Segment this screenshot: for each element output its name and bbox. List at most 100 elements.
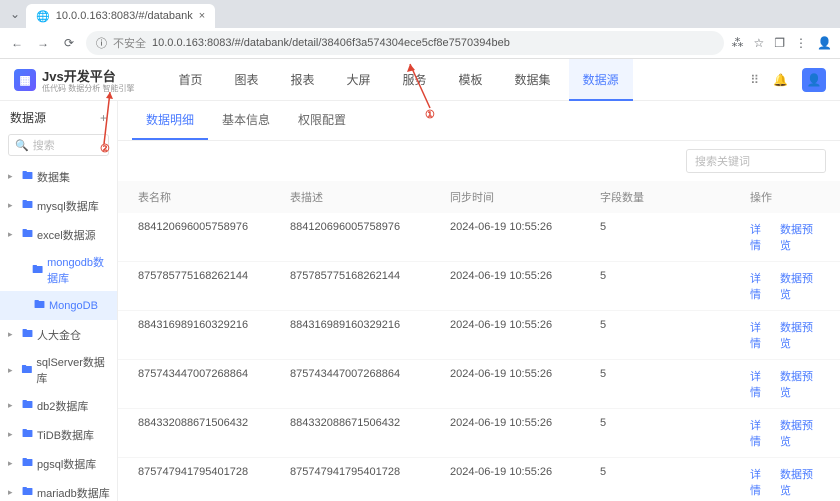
chevron-icon: ▸: [8, 171, 18, 182]
col-count: 字段数量: [594, 181, 744, 213]
tree-item-3[interactable]: 🖿mongodb数据库: [0, 249, 117, 291]
cell-time: 2024-06-19 10:55:26: [444, 360, 594, 408]
table-row: 8757434470072688648757434470072688642024…: [118, 360, 840, 409]
cell-desc: 884316989160329216: [284, 311, 444, 359]
preview-link[interactable]: 数据预览: [780, 221, 820, 253]
insecure-label: 不安全: [113, 35, 146, 51]
chevron-icon: ▸: [8, 458, 18, 469]
chevron-down-icon[interactable]: ⌄: [4, 7, 26, 21]
tree-item-1[interactable]: ▸🖿mysql数据库: [0, 191, 117, 220]
topnav-3[interactable]: 大屏: [333, 59, 385, 101]
cell-desc: 884120696005758976: [284, 213, 444, 261]
cell-count: 5: [594, 262, 744, 310]
search-placeholder: 搜索关键词: [695, 153, 750, 169]
table-row: 8841206960057589768841206960057589762024…: [118, 213, 840, 262]
preview-link[interactable]: 数据预览: [780, 270, 820, 302]
sidebar: 数据源 + 🔍 搜索 ▸🖿数据集▸🖿mysql数据库▸🖿excel数据源🖿mon…: [0, 101, 118, 501]
tree-item-9[interactable]: ▸🖿pgsql数据库: [0, 449, 117, 478]
logo[interactable]: ▦ Jvs开发平台 低代码 数据分析 智能引擎: [14, 66, 134, 93]
topnav-2[interactable]: 报表: [276, 59, 328, 101]
tree-label: 人大金仓: [37, 327, 81, 343]
topnav-0[interactable]: 首页: [164, 59, 216, 101]
cell-name: 875785775168262144: [132, 262, 284, 310]
callout-1: ①: [425, 108, 435, 121]
tree-item-4[interactable]: 🖿MongoDB: [0, 291, 117, 320]
forward-button[interactable]: →: [34, 34, 52, 52]
preview-link[interactable]: 数据预览: [780, 319, 820, 351]
tree-item-0[interactable]: ▸🖿数据集: [0, 162, 117, 191]
tree-item-6[interactable]: ▸🖿sqlServer数据库: [0, 349, 117, 391]
tree-item-5[interactable]: ▸🖿人大金仓: [0, 320, 117, 349]
back-button[interactable]: ←: [8, 34, 26, 52]
preview-link[interactable]: 数据预览: [780, 466, 820, 498]
tree-label: mysql数据库: [37, 198, 99, 214]
cell-name: 884332088671506432: [132, 409, 284, 457]
col-name: 表名称: [132, 181, 284, 213]
search-icon: 🔍: [15, 139, 29, 152]
top-nav: 首页图表报表大屏服务模板数据集数据源: [164, 59, 632, 101]
cell-name: 884316989160329216: [132, 311, 284, 359]
topnav-7[interactable]: 数据源: [569, 59, 633, 101]
detail-link[interactable]: 详情: [750, 221, 770, 253]
main: 数据明细基本信息权限配置 搜索关键词 表名称 表描述 同步时间 字段数量 操作 …: [118, 101, 840, 501]
info-icon: ⓘ: [96, 35, 107, 51]
tab-title: 10.0.0.163:8083/#/databank: [56, 10, 193, 22]
tree-item-2[interactable]: ▸🖿excel数据源: [0, 220, 117, 249]
bell-icon[interactable]: 🔔: [773, 73, 788, 87]
folder-icon: 🖿: [22, 196, 33, 215]
star-icon[interactable]: ☆: [754, 36, 765, 50]
topnav-1[interactable]: 图表: [220, 59, 272, 101]
preview-link[interactable]: 数据预览: [780, 368, 820, 400]
translate-icon[interactable]: ⁂: [732, 36, 744, 50]
cell-time: 2024-06-19 10:55:26: [444, 458, 594, 501]
table-search[interactable]: 搜索关键词: [686, 149, 826, 173]
menu-icon[interactable]: ⋮: [795, 36, 807, 50]
cell-desc: 875785775168262144: [284, 262, 444, 310]
subtab-0[interactable]: 数据明细: [132, 101, 208, 140]
topnav-6[interactable]: 数据集: [501, 59, 565, 101]
cell-desc: 884332088671506432: [284, 409, 444, 457]
subtabs: 数据明细基本信息权限配置: [118, 101, 840, 141]
detail-link[interactable]: 详情: [750, 466, 770, 498]
cell-count: 5: [594, 360, 744, 408]
tree-label: sqlServer数据库: [36, 354, 111, 386]
topnav-5[interactable]: 模板: [445, 59, 497, 101]
cell-name: 875743447007268864: [132, 360, 284, 408]
detail-link[interactable]: 详情: [750, 417, 770, 449]
cell-time: 2024-06-19 10:55:26: [444, 311, 594, 359]
table-header: 表名称 表描述 同步时间 字段数量 操作: [118, 181, 840, 213]
url-input[interactable]: ⓘ 不安全 10.0.0.163:8083/#/databank/detail/…: [86, 31, 724, 55]
preview-link[interactable]: 数据预览: [780, 417, 820, 449]
cell-desc: 875743447007268864: [284, 360, 444, 408]
close-icon[interactable]: ×: [199, 10, 205, 22]
cell-time: 2024-06-19 10:55:26: [444, 262, 594, 310]
table-row: 8757479417954017288757479417954017282024…: [118, 458, 840, 501]
browser-chrome: ⌄ 🌐 10.0.0.163:8083/#/databank × ← → ⟳ ⓘ…: [0, 0, 840, 59]
subtab-2[interactable]: 权限配置: [284, 101, 360, 140]
extensions-icon[interactable]: ❐: [774, 36, 785, 50]
globe-icon: 🌐: [36, 10, 50, 23]
cell-time: 2024-06-19 10:55:26: [444, 213, 594, 261]
tree-label: mongodb数据库: [47, 254, 111, 286]
folder-icon: 🖿: [21, 361, 32, 380]
avatar[interactable]: 👤: [802, 68, 826, 92]
apps-icon[interactable]: ⠿: [750, 73, 759, 87]
folder-icon: 🖿: [22, 167, 33, 186]
topnav-4[interactable]: 服务: [389, 59, 441, 101]
logo-title: Jvs开发平台: [42, 69, 116, 84]
browser-tab[interactable]: 🌐 10.0.0.163:8083/#/databank ×: [26, 4, 215, 28]
data-table: 表名称 表描述 同步时间 字段数量 操作 8841206960057589768…: [118, 181, 840, 501]
tree-item-7[interactable]: ▸🖿db2数据库: [0, 391, 117, 420]
detail-link[interactable]: 详情: [750, 319, 770, 351]
sidebar-search[interactable]: 🔍 搜索: [8, 134, 109, 156]
detail-link[interactable]: 详情: [750, 368, 770, 400]
profile-icon[interactable]: 👤: [817, 36, 832, 50]
subtab-1[interactable]: 基本信息: [208, 101, 284, 140]
tree-label: TiDB数据库: [37, 427, 94, 443]
detail-link[interactable]: 详情: [750, 270, 770, 302]
folder-icon: 🖿: [22, 396, 33, 415]
reload-button[interactable]: ⟳: [60, 34, 78, 52]
add-datasource-button[interactable]: +: [100, 111, 107, 125]
tree-item-8[interactable]: ▸🖿TiDB数据库: [0, 420, 117, 449]
tree-item-10[interactable]: ▸🖿mariadb数据库: [0, 478, 117, 501]
